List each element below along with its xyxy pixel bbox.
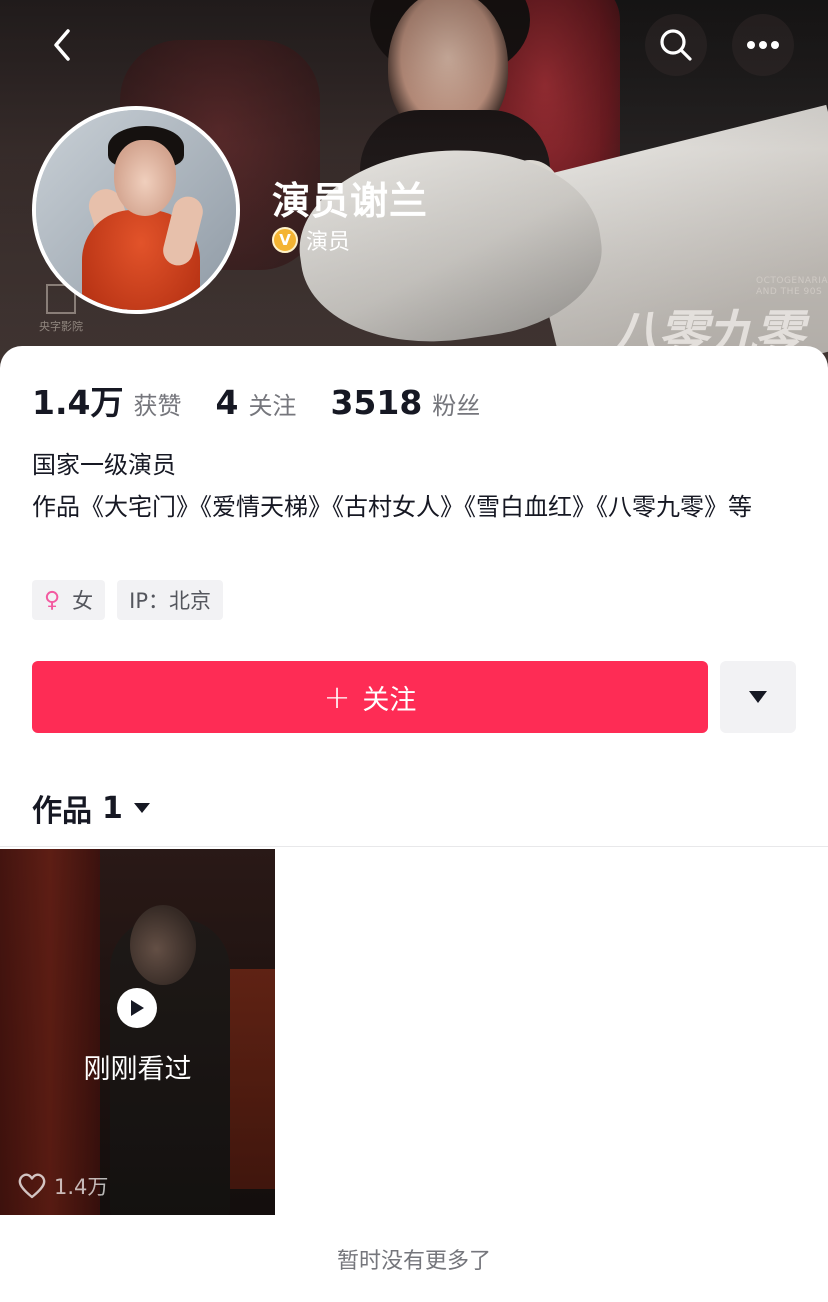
search-icon — [660, 29, 692, 61]
heart-icon — [18, 1173, 46, 1199]
profile-page: OCTOGENARIAN AND THE 90S 八零九零 央字影院 演员谢兰 … — [0, 0, 828, 1302]
ip-location-label: IP：北京 — [129, 589, 211, 613]
follow-button[interactable]: + 关注 — [32, 661, 708, 733]
bio: 国家一级演员 作品《大宅门》《爱情天梯》《古村女人》《雪白血红》《八零九零》等 — [32, 444, 792, 528]
stat-value: 1.4万 — [32, 383, 124, 422]
stats-row: 1.4万 获赞 4 关注 3518 粉丝 — [32, 376, 514, 424]
female-icon: ♀ — [44, 587, 61, 613]
stat-value: 3518 — [330, 383, 423, 422]
studio-name: 央字影院 — [39, 320, 83, 333]
gender-label: 女 — [72, 589, 94, 613]
more-button[interactable] — [732, 14, 794, 76]
search-button[interactable] — [645, 14, 707, 76]
profile-name: 演员谢兰 — [272, 179, 429, 223]
play-icon — [117, 988, 157, 1028]
avatar[interactable] — [32, 106, 240, 314]
verified-badge-icon: V — [272, 227, 298, 253]
works-count: 1 — [102, 790, 123, 826]
caret-down-icon — [749, 691, 767, 703]
video-thumbnail[interactable]: 刚刚看过 1.4万 — [0, 849, 275, 1215]
stat-likes[interactable]: 1.4万 获赞 — [32, 376, 181, 424]
stat-following[interactable]: 4 关注 — [215, 383, 296, 422]
plus-icon: + — [323, 678, 351, 716]
more-dots-icon — [747, 41, 779, 49]
stat-label: 粉丝 — [432, 392, 481, 420]
video-likes: 1.4万 — [18, 1171, 108, 1201]
works-tab[interactable]: 作品 1 — [32, 786, 151, 830]
ip-location-tag: IP：北京 — [117, 580, 223, 620]
stat-label: 获赞 — [133, 392, 182, 420]
caret-down-icon — [133, 803, 150, 813]
recently-watched-label: 刚刚看过 — [83, 1054, 192, 1085]
profile-card: 1.4万 获赞 4 关注 3518 粉丝 国家一级演员 作品《大宅门》《爱情天梯… — [0, 346, 828, 1302]
stat-value: 4 — [215, 383, 239, 422]
verified-row: V 演员 — [272, 224, 350, 256]
stat-label: 关注 — [248, 392, 297, 420]
recommend-dropdown-button[interactable] — [720, 661, 796, 733]
gender-tag: ♀ 女 — [32, 580, 106, 620]
no-more-label: 暂时没有更多了 — [336, 1249, 491, 1274]
tag-row: ♀ 女 IP：北京 — [32, 580, 235, 620]
chevron-left-icon — [54, 29, 70, 61]
bio-line: 国家一级演员 — [32, 451, 176, 479]
follow-label: 关注 — [362, 684, 417, 716]
works-label: 作品 — [32, 794, 92, 829]
video-likes-count: 1.4万 — [54, 1175, 109, 1199]
stat-followers[interactable]: 3518 粉丝 — [330, 383, 480, 422]
bio-line: 作品《大宅门》《爱情天梯》《古村女人》《雪白血红》《八零九零》等 — [32, 493, 752, 521]
verified-label: 演员 — [306, 230, 351, 255]
back-button[interactable] — [32, 14, 94, 76]
divider — [0, 846, 828, 847]
